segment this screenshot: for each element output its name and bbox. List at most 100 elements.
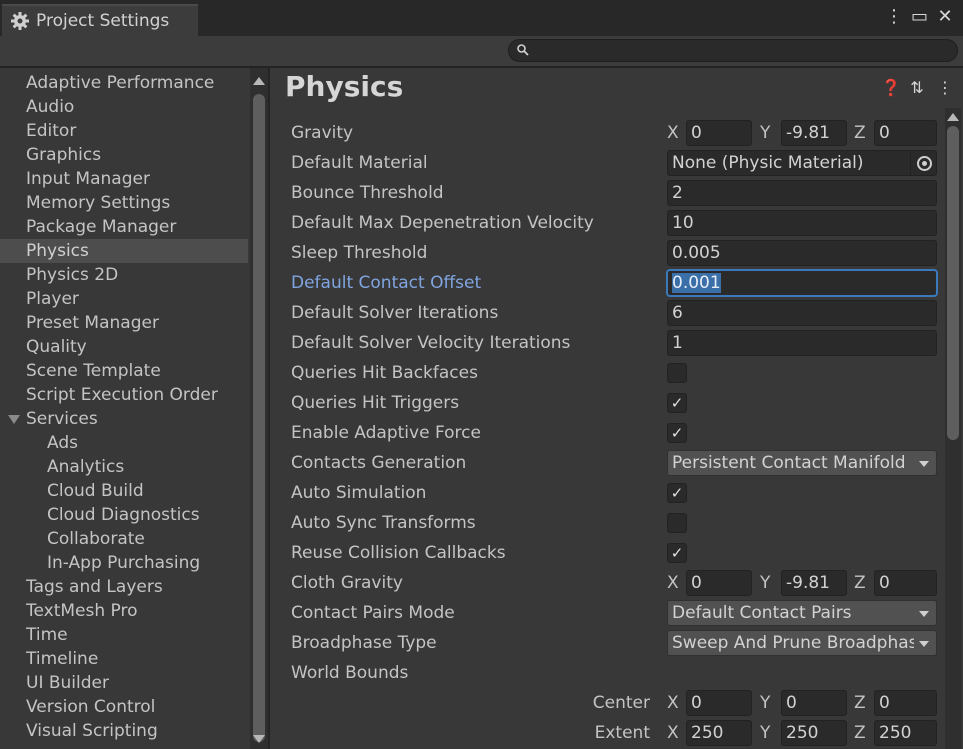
foldout-arrow-icon[interactable] — [8, 415, 20, 424]
extent-x-field[interactable]: 250 — [686, 720, 752, 746]
sidebar-item-memory-settings[interactable]: Memory Settings — [0, 191, 248, 215]
scroll-up-icon[interactable] — [947, 113, 959, 121]
sidebar-item-ads[interactable]: Ads — [0, 431, 248, 455]
sidebar-item-label: Player — [26, 289, 79, 309]
extent-z-field[interactable]: 250 — [874, 720, 937, 746]
gravity-z-field[interactable]: 0 — [874, 120, 937, 146]
sidebar-item-label: Input Manager — [26, 169, 150, 189]
broadphase-type-value: Sweep And Prune Broadphase — [672, 633, 914, 653]
scroll-down-icon[interactable] — [253, 735, 265, 743]
scroll-up-icon[interactable] — [253, 77, 265, 85]
main-scrollbar[interactable] — [945, 108, 961, 749]
sidebar-item-ui-builder[interactable]: UI Builder — [0, 671, 248, 695]
more-options-icon[interactable]: ⋮ — [885, 6, 903, 28]
cloth-gravity-x-field[interactable]: 0 — [686, 570, 752, 596]
sidebar-item-player[interactable]: Player — [0, 287, 248, 311]
sidebar-item-time[interactable]: Time — [0, 623, 248, 647]
sidebar-item-audio[interactable]: Audio — [0, 95, 248, 119]
sidebar-item-cloud-diagnostics[interactable]: Cloud Diagnostics — [0, 503, 248, 527]
sidebar-item-input-manager[interactable]: Input Manager — [0, 167, 248, 191]
queries-hit-backfaces-checkbox[interactable] — [667, 363, 687, 383]
sidebar-item-physics-2d[interactable]: Physics 2D — [0, 263, 248, 287]
sidebar-item-tags-and-layers[interactable]: Tags and Layers — [0, 575, 248, 599]
solver-iterations-field[interactable]: 6 — [667, 300, 937, 326]
sidebar-item-preset-manager[interactable]: Preset Manager — [0, 311, 248, 335]
cloth-gravity-z-field[interactable]: 0 — [874, 570, 937, 596]
main-scroll-thumb[interactable] — [947, 126, 959, 440]
sidebar-item-graphics[interactable]: Graphics — [0, 143, 248, 167]
auto-simulation-checkbox[interactable]: ✓ — [667, 483, 687, 503]
bounce-threshold-label: Bounce Threshold — [291, 183, 444, 203]
sidebar-item-collaborate[interactable]: Collaborate — [0, 527, 248, 551]
tab-project-settings[interactable]: Project Settings — [2, 4, 198, 36]
solver-velocity-iterations-field[interactable]: 1 — [667, 330, 937, 356]
sidebar-item-label: Memory Settings — [26, 193, 171, 213]
sidebar-item-label: Preset Manager — [26, 313, 159, 333]
gravity-x-field[interactable]: 0 — [686, 120, 752, 146]
gravity-label: Gravity — [291, 123, 354, 143]
sidebar-item-script-execution-order[interactable]: Script Execution Order — [0, 383, 248, 407]
sidebar-item-package-manager[interactable]: Package Manager — [0, 215, 248, 239]
auto-sync-transforms-checkbox[interactable] — [667, 513, 687, 533]
object-picker-icon[interactable] — [910, 151, 936, 175]
sidebar-item-in-app-purchasing[interactable]: In-App Purchasing — [0, 551, 248, 575]
sidebar-item-analytics[interactable]: Analytics — [0, 455, 248, 479]
sidebar-item-version-control[interactable]: Version Control — [0, 695, 248, 719]
tab-title: Project Settings — [36, 11, 170, 31]
gear-icon — [11, 12, 29, 30]
default-material-field[interactable]: None (Physic Material) — [667, 150, 937, 176]
gravity-y-field[interactable]: -9.81 — [781, 120, 847, 146]
sidebar-item-visual-scripting[interactable]: Visual Scripting — [0, 719, 248, 743]
sidebar-item-timeline[interactable]: Timeline — [0, 647, 248, 671]
sidebar-item-scene-template[interactable]: Scene Template — [0, 359, 248, 383]
sidebar-scrollbar[interactable] — [250, 68, 268, 749]
sidebar-item-textmesh-pro[interactable]: TextMesh Pro — [0, 599, 248, 623]
more-icon[interactable]: ⋮ — [937, 78, 953, 97]
sidebar-item-label: In-App Purchasing — [47, 553, 201, 573]
axis-y-label: Y — [760, 573, 771, 593]
maximize-icon[interactable]: ▭ — [911, 6, 928, 28]
cloth-gravity-y-field[interactable]: -9.81 — [781, 570, 847, 596]
sidebar-scroll-thumb[interactable] — [253, 94, 265, 742]
sidebar-item-physics[interactable]: Physics — [0, 239, 248, 263]
sidebar-item-cloud-build[interactable]: Cloud Build — [0, 479, 248, 503]
contacts-generation-dropdown[interactable]: Persistent Contact Manifold — [667, 450, 937, 476]
contact-pairs-mode-value: Default Contact Pairs — [672, 603, 852, 623]
center-x-field[interactable]: 0 — [686, 690, 752, 716]
page-title: Physics — [285, 70, 404, 103]
adaptive-force-checkbox[interactable]: ✓ — [667, 423, 687, 443]
sidebar-item-label: Quality — [26, 337, 87, 357]
settings-sidebar: Adaptive Performance Audio Editor Graphics I… — [0, 68, 270, 749]
center-label: Center — [592, 693, 650, 713]
sidebar-item-label: Audio — [26, 97, 75, 117]
axis-x-label: X — [667, 123, 679, 143]
max-depenetration-field[interactable]: 10 — [667, 210, 937, 236]
center-y-field[interactable]: 0 — [781, 690, 847, 716]
extent-y-field[interactable]: 250 — [781, 720, 847, 746]
sleep-threshold-field[interactable]: 0.005 — [667, 240, 937, 266]
queries-hit-triggers-checkbox[interactable]: ✓ — [667, 393, 687, 413]
help-icon[interactable]: ❓ — [881, 78, 901, 97]
queries-hit-backfaces-label: Queries Hit Backfaces — [291, 363, 478, 383]
broadphase-type-dropdown[interactable]: Sweep And Prune Broadphase — [667, 630, 937, 656]
sidebar-item-editor[interactable]: Editor — [0, 119, 248, 143]
sidebar-item-adaptive-performance[interactable]: Adaptive Performance — [0, 71, 248, 95]
auto-simulation-label: Auto Simulation — [291, 483, 427, 503]
close-icon[interactable]: ✕ — [937, 6, 953, 28]
sidebar-item-services[interactable]: Services — [0, 407, 248, 431]
auto-sync-transforms-label: Auto Sync Transforms — [291, 513, 476, 533]
sidebar-item-label: Editor — [26, 121, 77, 141]
search-icon — [517, 44, 529, 56]
sidebar-item-quality[interactable]: Quality — [0, 335, 248, 359]
search-input[interactable] — [508, 39, 958, 62]
axis-y-label: Y — [760, 723, 771, 743]
contact-pairs-mode-dropdown[interactable]: Default Contact Pairs — [667, 600, 937, 626]
sidebar-item-label: Tags and Layers — [26, 577, 163, 597]
center-z-field[interactable]: 0 — [874, 690, 937, 716]
preset-icon[interactable]: ⇅ — [909, 78, 925, 97]
axis-z-label: Z — [854, 723, 866, 743]
sleep-threshold-label: Sleep Threshold — [291, 243, 428, 263]
contact-offset-field[interactable]: 0.001 — [667, 270, 937, 296]
reuse-collision-callbacks-checkbox[interactable]: ✓ — [667, 543, 687, 563]
bounce-threshold-field[interactable]: 2 — [667, 180, 937, 206]
